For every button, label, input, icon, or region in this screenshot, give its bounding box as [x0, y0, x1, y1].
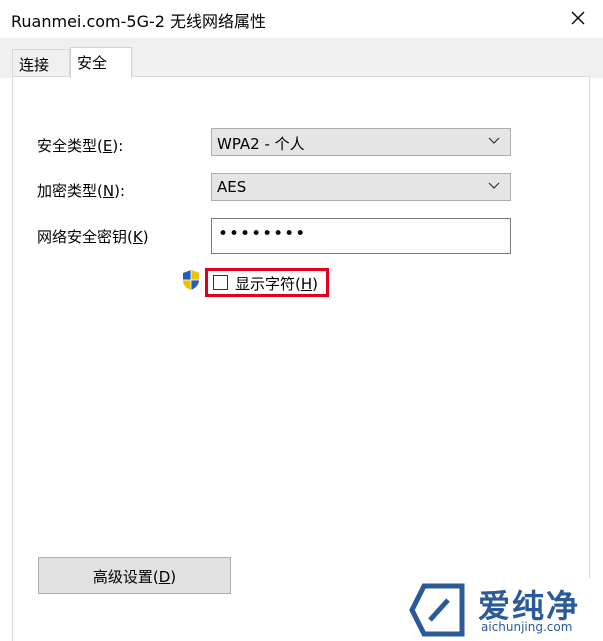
security-type-dropdown[interactable]: WPA2 - 个人	[211, 128, 511, 156]
security-type-label: 安全类型(E):	[37, 137, 124, 155]
security-type-value: WPA2 - 个人	[217, 135, 305, 153]
show-characters-checkbox[interactable]	[213, 275, 228, 290]
watermark: 爱纯净 aichunjing.com	[402, 578, 603, 641]
brand-logo-icon	[409, 583, 465, 637]
chevron-down-icon	[488, 137, 500, 144]
encryption-type-dropdown[interactable]: AES	[211, 173, 511, 201]
tab-security[interactable]: 安全	[70, 47, 132, 78]
watermark-url: aichunjing.com	[481, 620, 573, 634]
chevron-down-icon	[488, 182, 500, 189]
network-key-input[interactable]: ••••••••	[211, 218, 511, 254]
close-icon	[571, 11, 585, 25]
encryption-type-label: 加密类型(N):	[37, 182, 125, 200]
encryption-type-value: AES	[217, 178, 247, 196]
show-characters-label[interactable]: 显示字符(H)	[235, 273, 318, 294]
close-button[interactable]	[566, 6, 590, 30]
network-key-value: ••••••••	[218, 224, 307, 244]
window-title: Ruanmei.com-5G-2 无线网络属性	[11, 12, 267, 31]
advanced-settings-button[interactable]: 高级设置(D)	[38, 557, 231, 594]
tab-connection[interactable]: 连接	[12, 49, 70, 76]
title-bar: Ruanmei.com-5G-2 无线网络属性	[0, 0, 603, 38]
network-key-label: 网络安全密钥(K)	[37, 228, 149, 246]
uac-shield-icon	[183, 270, 199, 290]
